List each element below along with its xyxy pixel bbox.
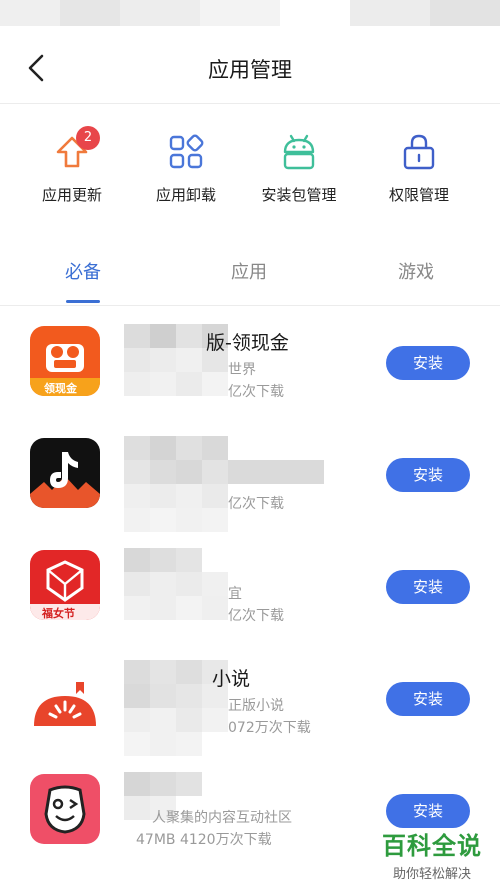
app-description: 世界 — [228, 362, 256, 378]
app-icon — [30, 662, 100, 732]
tab-apps[interactable]: 应用 — [199, 258, 299, 284]
quick-action-label: 应用更新 — [41, 186, 102, 204]
app-download-count: 47MB 4120万次下载 — [136, 832, 272, 848]
app-icon: 福女节 — [30, 550, 100, 620]
app-uninstall-button[interactable]: 应用卸载 — [131, 130, 241, 205]
quick-action-label: 安装包管理 — [261, 186, 337, 204]
android-icon — [283, 134, 315, 170]
page-title: 应用管理 — [208, 58, 292, 82]
update-count-badge: 2 — [76, 126, 100, 150]
tab-games[interactable]: 游戏 — [366, 258, 466, 284]
music-note-logo-icon — [30, 452, 100, 508]
app-description: 宜 — [228, 586, 242, 602]
app-icon — [30, 774, 100, 844]
package-manager-button[interactable]: 安装包管理 — [244, 130, 354, 205]
install-button[interactable]: 安装 — [386, 570, 470, 604]
lock-icon — [403, 134, 435, 170]
tab-essential[interactable]: 必备 — [33, 258, 133, 284]
grid-icon — [169, 134, 204, 169]
quick-actions: 2 应用更新 应用卸载 安装包管理 权限管理 — [0, 126, 500, 210]
list-item[interactable]: 小说 正版小说 072万次下载 安装 — [0, 642, 500, 756]
app-download-count: 亿次下载 — [228, 608, 284, 624]
app-description: 人聚集的内容互动社区 — [152, 810, 292, 826]
install-button[interactable]: 安装 — [386, 794, 470, 828]
app-description: 正版小说 — [228, 698, 284, 714]
install-button[interactable]: 安装 — [386, 458, 470, 492]
install-button[interactable]: 安装 — [386, 682, 470, 716]
list-item[interactable]: 亿次下载 安装 — [0, 418, 500, 532]
install-button[interactable]: 安装 — [386, 346, 470, 380]
app-download-count: 072万次下载 — [228, 720, 311, 736]
active-tab-indicator — [66, 300, 100, 303]
app-name: 版-领现金 — [206, 332, 289, 354]
category-tabs: 必备 应用 游戏 — [0, 248, 500, 306]
heart-face-logo-icon — [44, 785, 86, 834]
app-update-button[interactable]: 2 应用更新 — [17, 126, 127, 205]
app-name: 小说 — [212, 668, 251, 690]
watermark-subtitle: 助你轻松解决 — [392, 867, 471, 882]
top-bar: 应用管理 — [0, 26, 500, 104]
icon-badge-text: 领现金 — [44, 382, 77, 395]
app-icon — [30, 438, 100, 508]
app-download-count: 亿次下载 — [228, 496, 284, 512]
app-download-count: 亿次下载 — [228, 384, 284, 400]
icon-badge-text: 福女节 — [42, 607, 75, 620]
status-bar — [0, 0, 500, 26]
watermark-title: 百科全说 — [382, 832, 482, 860]
quick-action-label: 权限管理 — [388, 186, 449, 204]
app-icon: 领现金 — [30, 326, 100, 396]
quick-action-label: 应用卸载 — [155, 186, 216, 204]
list-item[interactable]: 福女节 宜 亿次下载 安装 — [0, 530, 500, 642]
list-item[interactable]: 领现金 版-领现金 世界 亿次下载 安装 — [0, 306, 500, 418]
watermark: 百科全说 助你轻松解决 — [372, 826, 492, 882]
tomato-logo-icon — [34, 682, 96, 726]
permission-manager-button[interactable]: 权限管理 — [364, 130, 474, 205]
